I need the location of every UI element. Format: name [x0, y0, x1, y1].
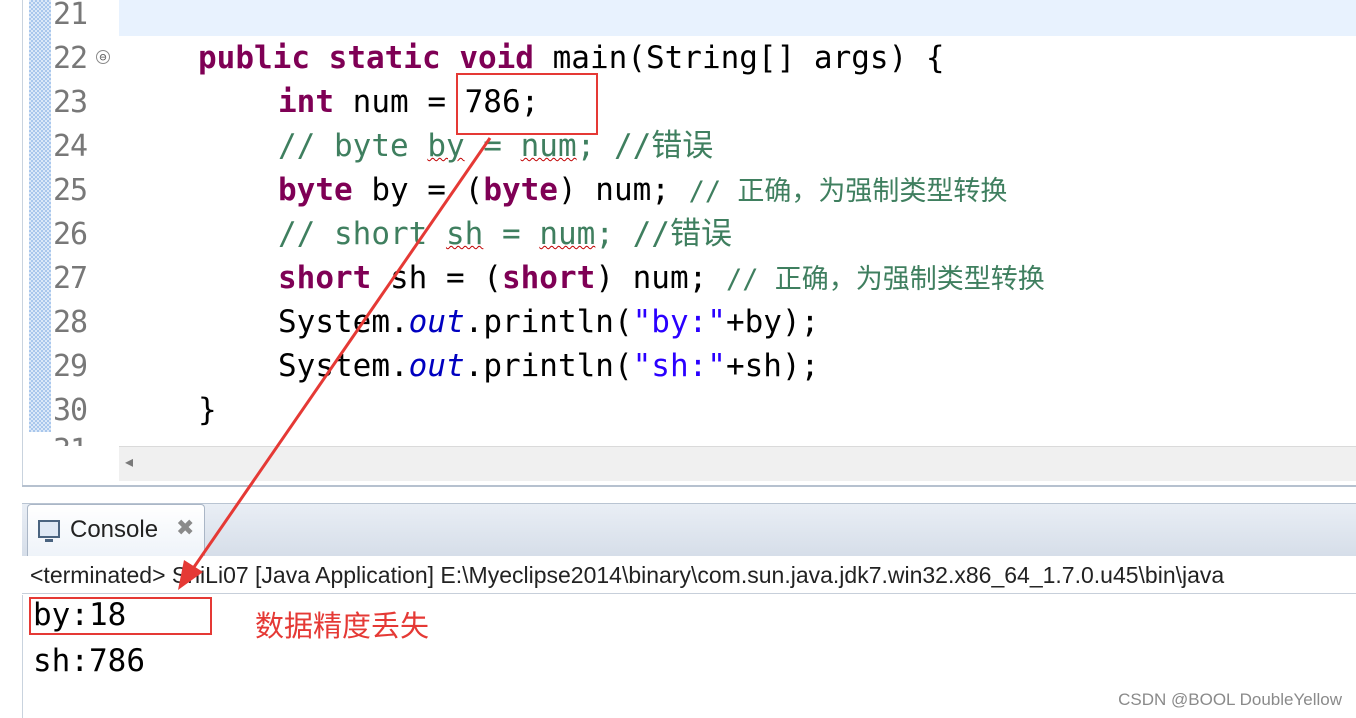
console-status-bar: <terminated> ShiLi07 [Java Application] … [22, 556, 1356, 594]
line-number: 25 [53, 173, 88, 208]
code-line-28: System.out.println("by:"+by); [278, 302, 819, 342]
comment-text: // 正确，为强制类型转换 [725, 264, 1045, 295]
annotation-ruler [29, 0, 51, 432]
line-number: 27 [53, 261, 88, 296]
code-text: +sh); [725, 348, 820, 384]
horizontal-scrollbar[interactable]: ◂ [119, 446, 1356, 481]
line-number: 29 [53, 349, 88, 384]
comment-text: = [483, 216, 540, 252]
keyword: static [328, 40, 441, 76]
line-number: 21 [53, 0, 88, 32]
code-text: System. [278, 304, 409, 340]
console-icon [38, 520, 60, 542]
keyword: short [501, 260, 596, 296]
tab-console-label: Console [70, 516, 159, 543]
code-text: .println( [464, 348, 633, 384]
code-line-26: // short sh = num; //错误 [278, 214, 732, 254]
keyword: void [459, 40, 534, 76]
code-text: ) num; [595, 260, 726, 296]
code-text: main(String[] args) { [533, 40, 945, 76]
code-text: by = ( [352, 172, 484, 208]
static-field: out [408, 348, 465, 384]
line-number: 23 [53, 85, 88, 120]
code-text: .println( [464, 304, 633, 340]
collapse-icon[interactable]: ⊖ [96, 50, 110, 64]
code-line-22: public static void main(String[] args) { [198, 38, 945, 78]
code-line-27: short sh = (short) num; // 正确，为强制类型转换 [278, 258, 1045, 298]
editor-divider [22, 485, 1356, 487]
highlight-box-output [29, 597, 212, 635]
keyword: byte [483, 172, 558, 208]
code-line-29: System.out.println("sh:"+sh); [278, 346, 819, 386]
comment-text: // short [278, 216, 446, 252]
code-text: System. [278, 348, 409, 384]
comment-text: sh [445, 216, 484, 252]
code-text: ) num; [557, 172, 689, 208]
current-line-highlight [119, 0, 1356, 36]
string-literal: "by:" [632, 304, 726, 340]
line-number: 26 [53, 217, 88, 252]
highlight-box-value [456, 73, 598, 135]
scroll-left-icon[interactable]: ◂ [125, 452, 133, 471]
code-text: +by); [725, 304, 820, 340]
keyword: byte [278, 172, 353, 208]
keyword: short [278, 260, 372, 296]
watermark: CSDN @BOOL DoubleYellow [1118, 690, 1342, 709]
console-output-line: sh:786 [33, 643, 145, 679]
comment-text: num [539, 216, 596, 252]
line-number: 31 [53, 436, 87, 446]
line-number: 24 [53, 129, 88, 164]
static-field: out [408, 304, 465, 340]
keyword: public [198, 40, 310, 76]
comment-text: // 正确，为强制类型转换 [688, 176, 1008, 207]
keyword: int [278, 84, 334, 120]
line-number: 30 [53, 393, 88, 428]
tab-console[interactable]: Console ✖ [27, 504, 205, 557]
annotation-label: 数据精度丢失 [255, 609, 430, 643]
console-tab-bar: Console ✖ [22, 503, 1356, 557]
line-number: 28 [53, 305, 88, 340]
line-number: 22 [53, 41, 88, 76]
close-icon[interactable]: ✖ [176, 516, 194, 541]
code-line-30: } [198, 392, 217, 428]
code-editor[interactable]: 21 22 23 24 25 26 27 28 29 30 31 ⊖ publi… [22, 0, 1356, 486]
code-line-25: byte by = (byte) num; // 正确，为强制类型转换 [278, 170, 1007, 210]
code-text: sh = ( [371, 260, 502, 296]
string-literal: "sh:" [632, 348, 726, 384]
comment-text: // byte [278, 128, 428, 164]
comment-text: ; //错误 [595, 216, 732, 252]
